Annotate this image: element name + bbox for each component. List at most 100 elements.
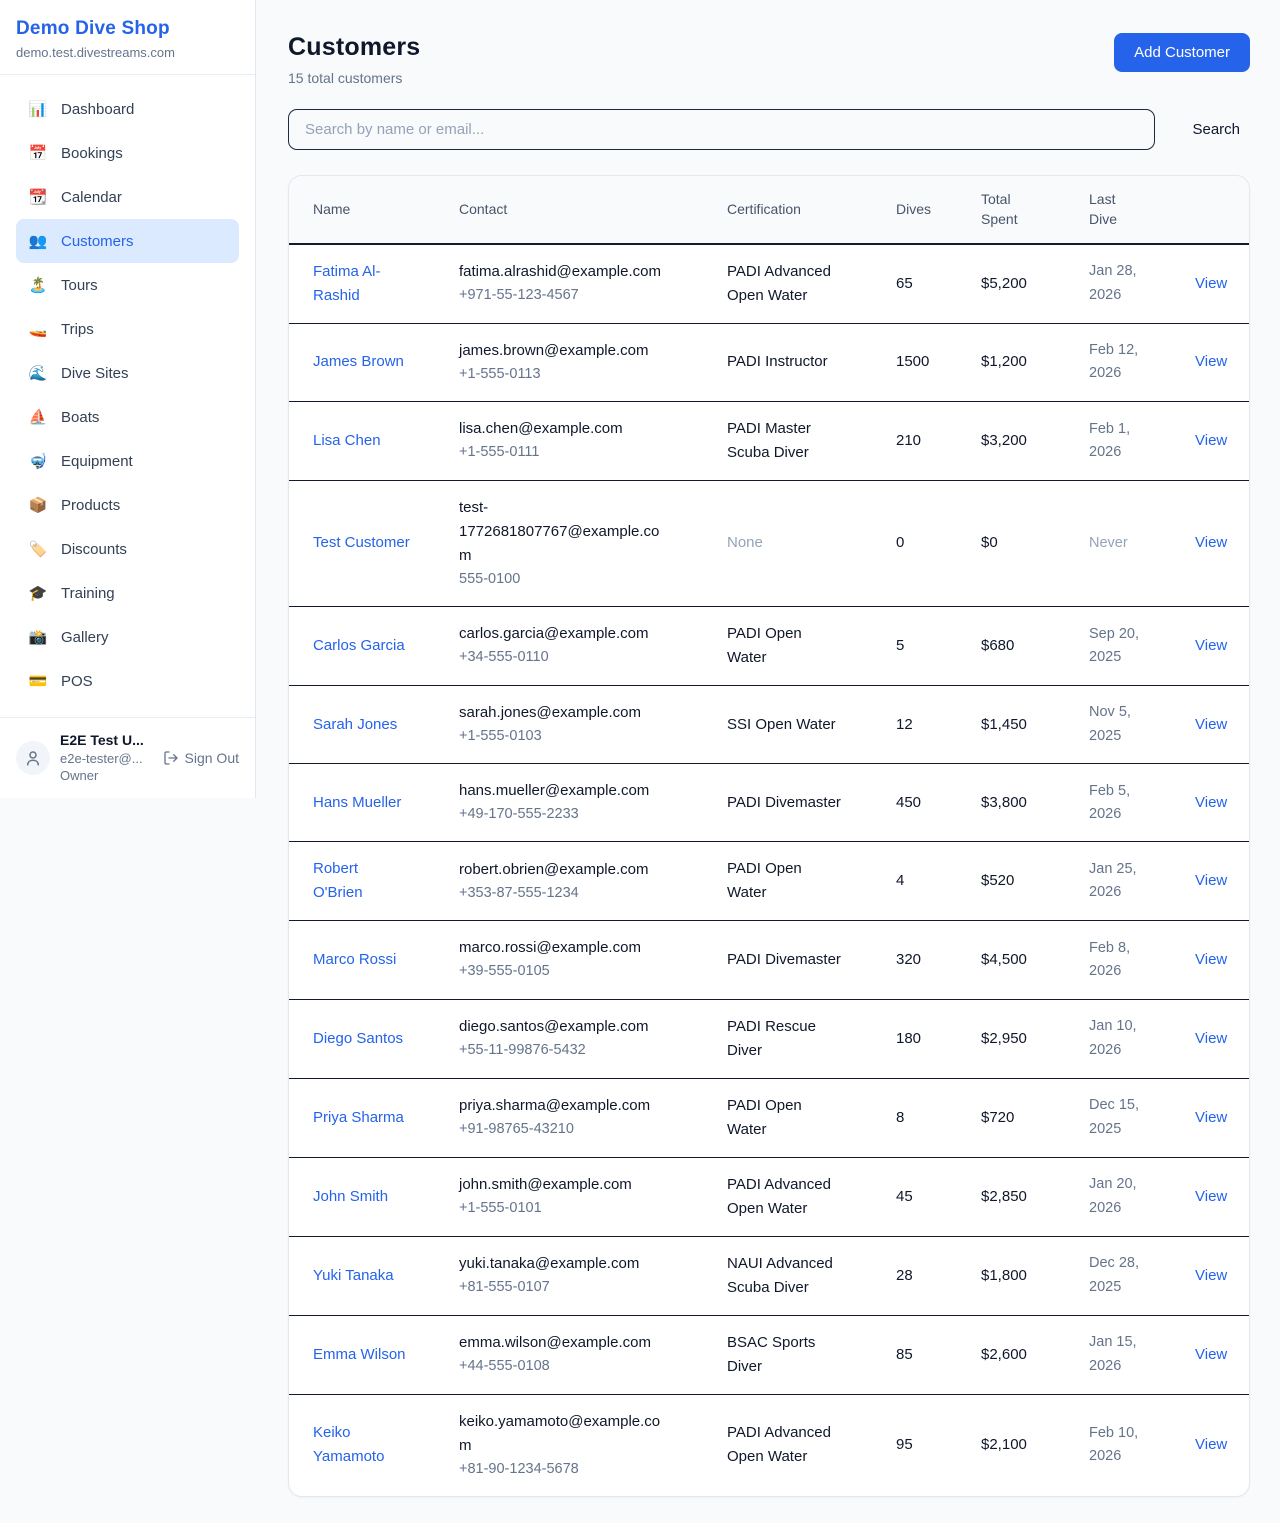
customer-name-link[interactable]: Yuki Tanaka <box>313 1264 394 1288</box>
dives-count: 45 <box>884 1157 969 1236</box>
user-email: e2e-tester@... <box>60 750 153 768</box>
customer-contact: carlos.garcia@example.com +34-555-0110 <box>447 606 715 685</box>
speedboat-icon: 🚤 <box>28 320 48 338</box>
total-spent: $1,200 <box>969 323 1077 401</box>
view-link[interactable]: View <box>1195 872 1227 889</box>
customer-name-link[interactable]: John Smith <box>313 1185 388 1209</box>
certification-label: PADI Open Water <box>727 857 845 905</box>
view-link[interactable]: View <box>1195 1109 1227 1126</box>
last-dive-date: Feb 5, 2026 <box>1089 780 1151 826</box>
customer-email: lisa.chen@example.com <box>459 417 664 441</box>
certification-label: PADI Divemaster <box>727 948 841 972</box>
table-row: Yuki Tanaka yuki.tanaka@example.com +81-… <box>289 1236 1250 1315</box>
customer-name-link[interactable]: Priya Sharma <box>313 1106 404 1130</box>
customer-name-link[interactable]: Lisa Chen <box>313 429 381 453</box>
customer-name-link[interactable]: Diego Santos <box>313 1027 403 1051</box>
certification-label: NAUI Advanced Scuba Diver <box>727 1252 845 1300</box>
customer-name-link[interactable]: Marco Rossi <box>313 948 396 972</box>
customer-contact: fatima.alrashid@example.com +971-55-123-… <box>447 244 715 324</box>
table-row: Lisa Chen lisa.chen@example.com +1-555-0… <box>289 401 1250 480</box>
view-link[interactable]: View <box>1195 637 1227 654</box>
sidebar-item-customers[interactable]: 👥 Customers <box>16 219 239 263</box>
view-link[interactable]: View <box>1195 1436 1227 1453</box>
view-link[interactable]: View <box>1195 1030 1227 1047</box>
view-link[interactable]: View <box>1195 534 1227 551</box>
search-input[interactable] <box>288 109 1155 150</box>
customer-phone: +1-555-0103 <box>459 725 703 748</box>
sidebar-item-products[interactable]: 📦 Products <box>16 483 239 527</box>
dives-count: 180 <box>884 999 969 1078</box>
sidebar-item-trips[interactable]: 🚤 Trips <box>16 307 239 351</box>
view-link[interactable]: View <box>1195 1346 1227 1363</box>
customer-contact: robert.obrien@example.com +353-87-555-12… <box>447 842 715 921</box>
customer-phone: 555-0100 <box>459 568 703 591</box>
sidebar-item-tours[interactable]: 🏝️ Tours <box>16 263 239 307</box>
customer-contact: test-1772681807767@example.com 555-0100 <box>447 480 715 606</box>
customer-phone: +49-170-555-2233 <box>459 803 703 826</box>
dives-count: 65 <box>884 244 969 324</box>
customer-name-link[interactable]: Hans Mueller <box>313 791 401 815</box>
user-meta: E2E Test U... e2e-tester@... Owner <box>60 731 153 785</box>
sidebar-item-discounts[interactable]: 🏷️ Discounts <box>16 527 239 571</box>
table-row: Priya Sharma priya.sharma@example.com +9… <box>289 1078 1250 1157</box>
table-row: Test Customer test-1772681807767@example… <box>289 480 1250 606</box>
last-dive-date: Feb 10, 2026 <box>1089 1422 1151 1468</box>
view-link[interactable]: View <box>1195 794 1227 811</box>
table-head: NameContactCertificationDivesTotal Spent… <box>289 176 1250 244</box>
customer-email: yuki.tanaka@example.com <box>459 1252 664 1276</box>
customer-email: hans.mueller@example.com <box>459 779 664 803</box>
sidebar-item-dashboard[interactable]: 📊 Dashboard <box>16 87 239 131</box>
customer-name-link[interactable]: Carlos Garcia <box>313 634 405 658</box>
dives-count: 28 <box>884 1236 969 1315</box>
tear-off-calendar-icon: 📆 <box>28 188 48 206</box>
customer-contact: priya.sharma@example.com +91-98765-43210 <box>447 1078 715 1157</box>
customer-contact: keiko.yamamoto@example.com +81-90-1234-5… <box>447 1394 715 1496</box>
total-spent: $3,200 <box>969 401 1077 480</box>
sidebar-item-training[interactable]: 🎓 Training <box>16 571 239 615</box>
sign-out-button[interactable]: Sign Out <box>163 750 239 766</box>
customer-name-link[interactable]: Robert O'Brien <box>313 857 410 905</box>
view-link[interactable]: View <box>1195 275 1227 292</box>
sidebar-item-bookings[interactable]: 📅 Bookings <box>16 131 239 175</box>
customer-phone: +971-55-123-4567 <box>459 284 703 307</box>
customer-name-link[interactable]: James Brown <box>313 350 404 374</box>
sidebar-item-calendar[interactable]: 📆 Calendar <box>16 175 239 219</box>
sidebar-footer: E2E Test U... e2e-tester@... Owner Sign … <box>0 717 255 798</box>
sidebar-item-boats[interactable]: ⛵ Boats <box>16 395 239 439</box>
view-link[interactable]: View <box>1195 353 1227 370</box>
main-content: Customers 15 total customers Add Custome… <box>288 0 1250 1497</box>
customer-name-link[interactable]: Fatima Al-Rashid <box>313 260 410 308</box>
sidebar-item-gallery[interactable]: 📸 Gallery <box>16 615 239 659</box>
add-customer-button[interactable]: Add Customer <box>1114 33 1250 72</box>
sidebar-item-dive-sites[interactable]: 🌊 Dive Sites <box>16 351 239 395</box>
customer-contact: emma.wilson@example.com +44-555-0108 <box>447 1315 715 1394</box>
sidebar-item-pos[interactable]: 💳 POS <box>16 659 239 703</box>
customer-name-link[interactable]: Sarah Jones <box>313 713 397 737</box>
sidebar-item-equipment[interactable]: 🤿 Equipment <box>16 439 239 483</box>
user-avatar-icon <box>16 741 50 775</box>
customer-name-link[interactable]: Emma Wilson <box>313 1343 406 1367</box>
diving-mask-icon: 🤿 <box>28 452 48 470</box>
view-link[interactable]: View <box>1195 1267 1227 1284</box>
calendar-date-icon: 📅 <box>28 144 48 162</box>
search-button[interactable]: Search <box>1182 113 1250 146</box>
customer-name-link[interactable]: Test Customer <box>313 531 410 555</box>
column-header: Dives <box>884 176 969 244</box>
customer-email: test-1772681807767@example.com <box>459 496 664 568</box>
table-row: Marco Rossi marco.rossi@example.com +39-… <box>289 921 1250 999</box>
view-link[interactable]: View <box>1195 432 1227 449</box>
view-link[interactable]: View <box>1195 1188 1227 1205</box>
customer-phone: +1-555-0111 <box>459 441 703 464</box>
customer-name-link[interactable]: Keiko Yamamoto <box>313 1421 410 1469</box>
sidebar-item-label: Tours <box>61 277 98 294</box>
dives-count: 320 <box>884 921 969 999</box>
view-link[interactable]: View <box>1195 951 1227 968</box>
customer-phone: +34-555-0110 <box>459 646 703 669</box>
tag-icon: 🏷️ <box>28 540 48 558</box>
dives-count: 0 <box>884 480 969 606</box>
table-header-row: NameContactCertificationDivesTotal Spent… <box>289 176 1250 244</box>
customer-phone: +1-555-0113 <box>459 363 703 386</box>
view-link[interactable]: View <box>1195 716 1227 733</box>
certification-label: None <box>727 531 763 555</box>
total-spent: $520 <box>969 842 1077 921</box>
